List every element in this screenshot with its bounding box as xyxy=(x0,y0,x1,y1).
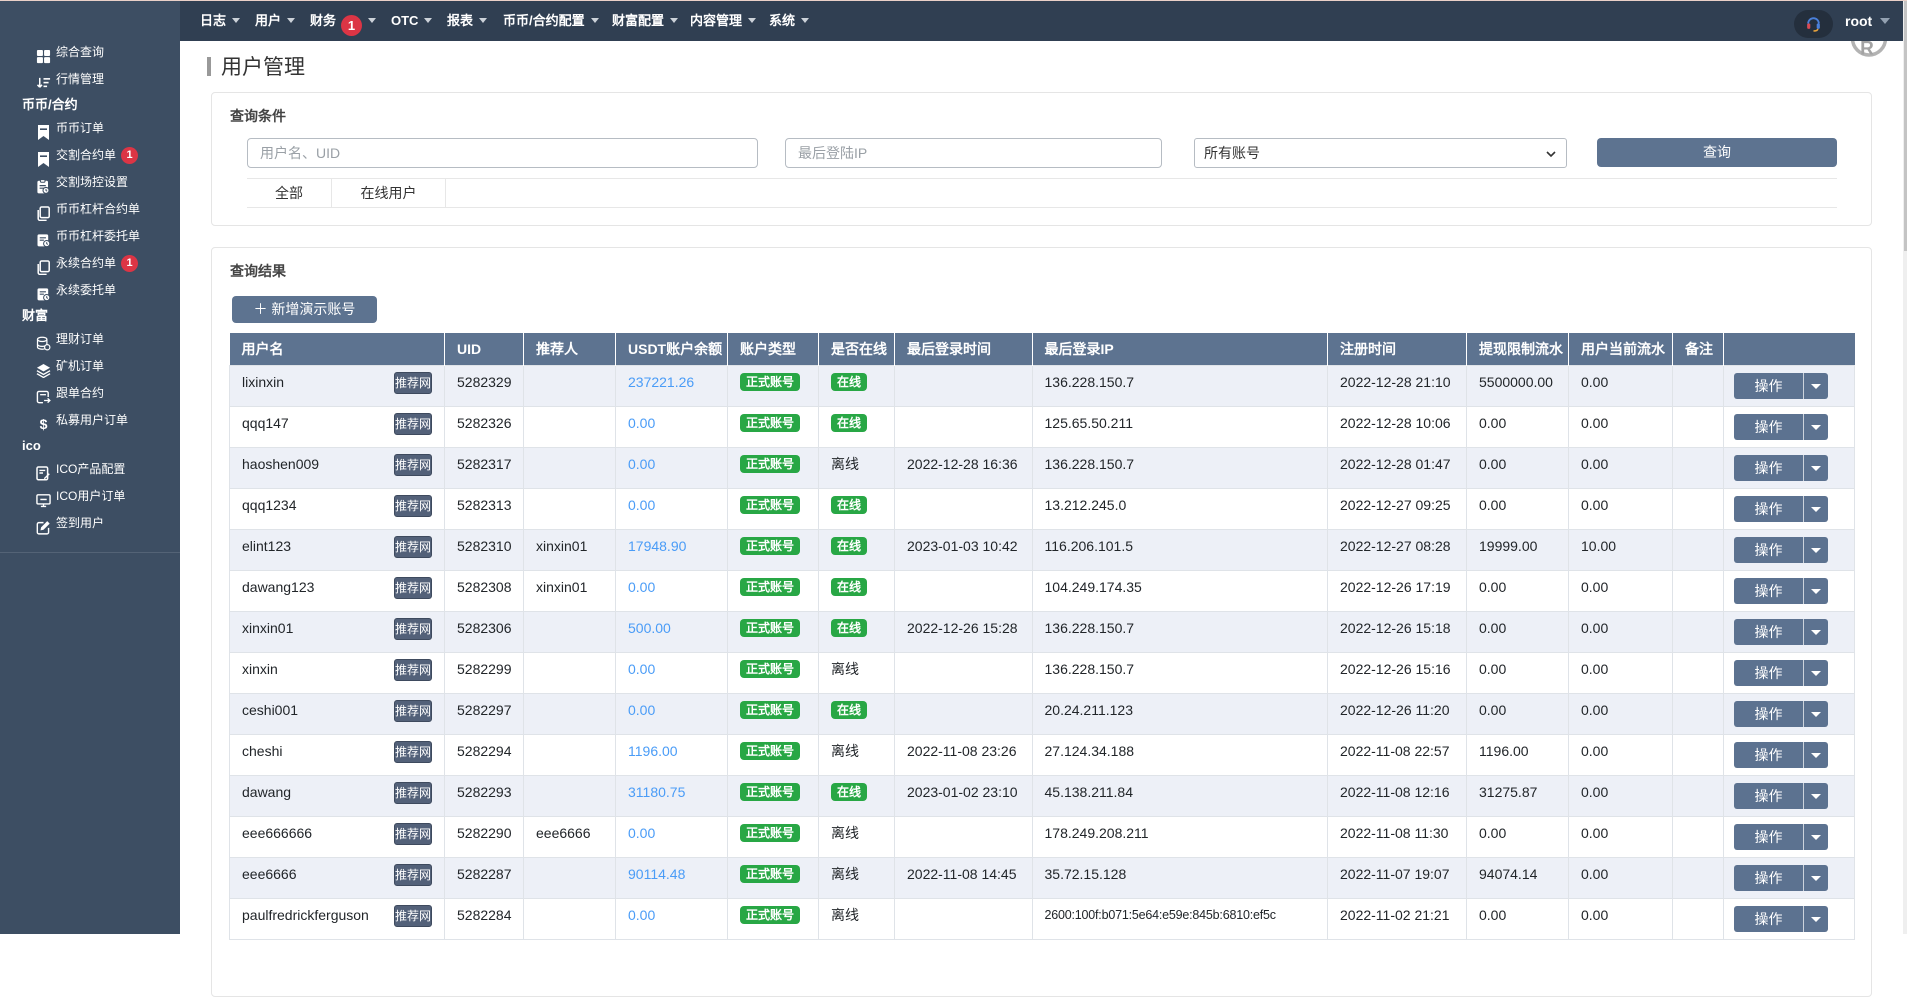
svg-text:R: R xyxy=(1860,39,1874,59)
svg-text:$: $ xyxy=(39,417,47,432)
